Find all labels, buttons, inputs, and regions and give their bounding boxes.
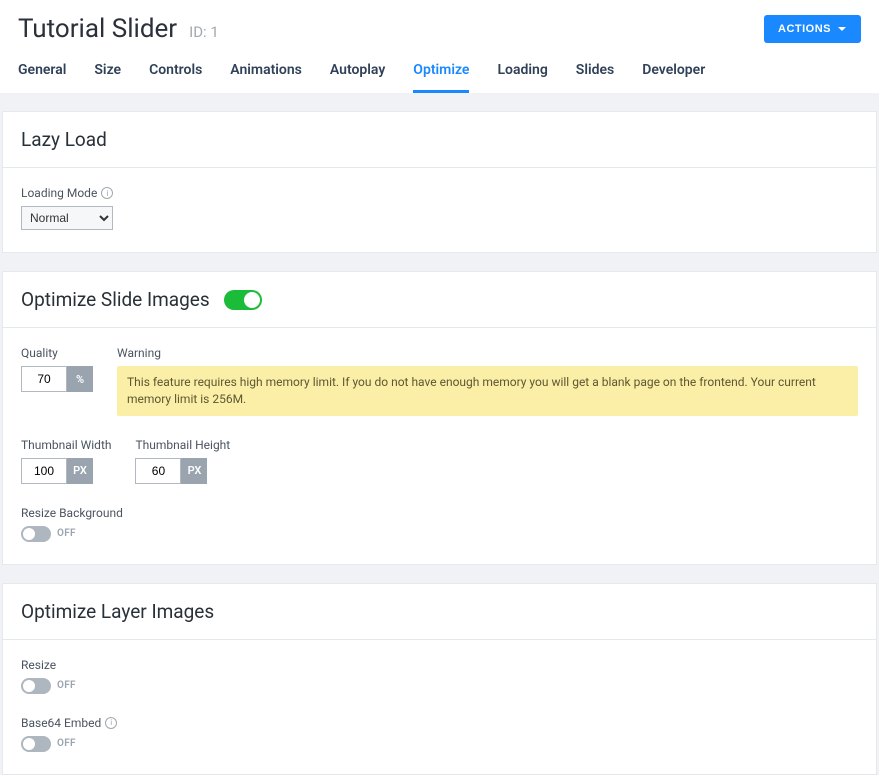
quality-input[interactable] (21, 366, 67, 392)
resize-bg-label: Resize Background (21, 506, 123, 520)
resize-bg-toggle[interactable] (21, 526, 51, 542)
loading-mode-label: Loading Mode (21, 186, 97, 200)
tab-developer[interactable]: Developer (642, 54, 705, 93)
resize-state: OFF (57, 680, 76, 691)
resize-label: Resize (21, 658, 76, 672)
thumb-height-label: Thumbnail Height (135, 438, 230, 452)
chevron-down-icon (837, 24, 847, 34)
tab-controls[interactable]: Controls (149, 54, 202, 93)
thumb-width-unit: PX (67, 458, 93, 484)
quality-label: Quality (21, 346, 93, 360)
tab-loading[interactable]: Loading (497, 54, 547, 93)
base64-label: Base64 Embed (21, 716, 101, 730)
info-icon[interactable]: i (105, 717, 117, 729)
page-title: Tutorial Slider (18, 14, 177, 44)
base64-toggle[interactable] (21, 736, 51, 752)
info-icon[interactable]: i (101, 187, 113, 199)
base64-state: OFF (57, 738, 76, 749)
loading-mode-select[interactable]: Normal (21, 206, 113, 230)
actions-button-label: ACTIONS (778, 23, 831, 35)
thumb-width-label: Thumbnail Width (21, 438, 111, 452)
thumb-width-input[interactable] (21, 458, 67, 484)
warning-label: Warning (117, 346, 858, 360)
panel-lazy-load: Lazy Load Loading Mode i Normal (2, 111, 877, 253)
panel-title-optimize-slides: Optimize Slide Images (21, 288, 210, 311)
panel-title-lazy-load: Lazy Load (21, 128, 107, 151)
optimize-slides-toggle[interactable] (224, 290, 262, 310)
page-id: ID: 1 (189, 23, 219, 41)
thumb-height-input[interactable] (135, 458, 181, 484)
tab-bar: General Size Controls Animations Autoplay Opt… (18, 54, 861, 93)
quality-unit: % (67, 366, 93, 392)
resize-toggle[interactable] (21, 678, 51, 694)
tab-animations[interactable]: Animations (230, 54, 302, 93)
tab-optimize[interactable]: Optimize (413, 54, 469, 93)
tab-autoplay[interactable]: Autoplay (330, 54, 385, 93)
thumb-height-unit: PX (181, 458, 207, 484)
tab-general[interactable]: General (18, 54, 66, 93)
panel-optimize-layers: Optimize Layer Images Resize OFF Base64 … (2, 583, 877, 775)
panel-optimize-slides: Optimize Slide Images Quality % Warning … (2, 271, 877, 565)
actions-button[interactable]: ACTIONS (764, 15, 861, 43)
panel-title-optimize-layers: Optimize Layer Images (21, 600, 214, 623)
tab-slides[interactable]: Slides (576, 54, 614, 93)
warning-box: This feature requires high memory limit.… (117, 366, 858, 416)
resize-bg-state: OFF (57, 528, 76, 539)
tab-size[interactable]: Size (94, 54, 121, 93)
